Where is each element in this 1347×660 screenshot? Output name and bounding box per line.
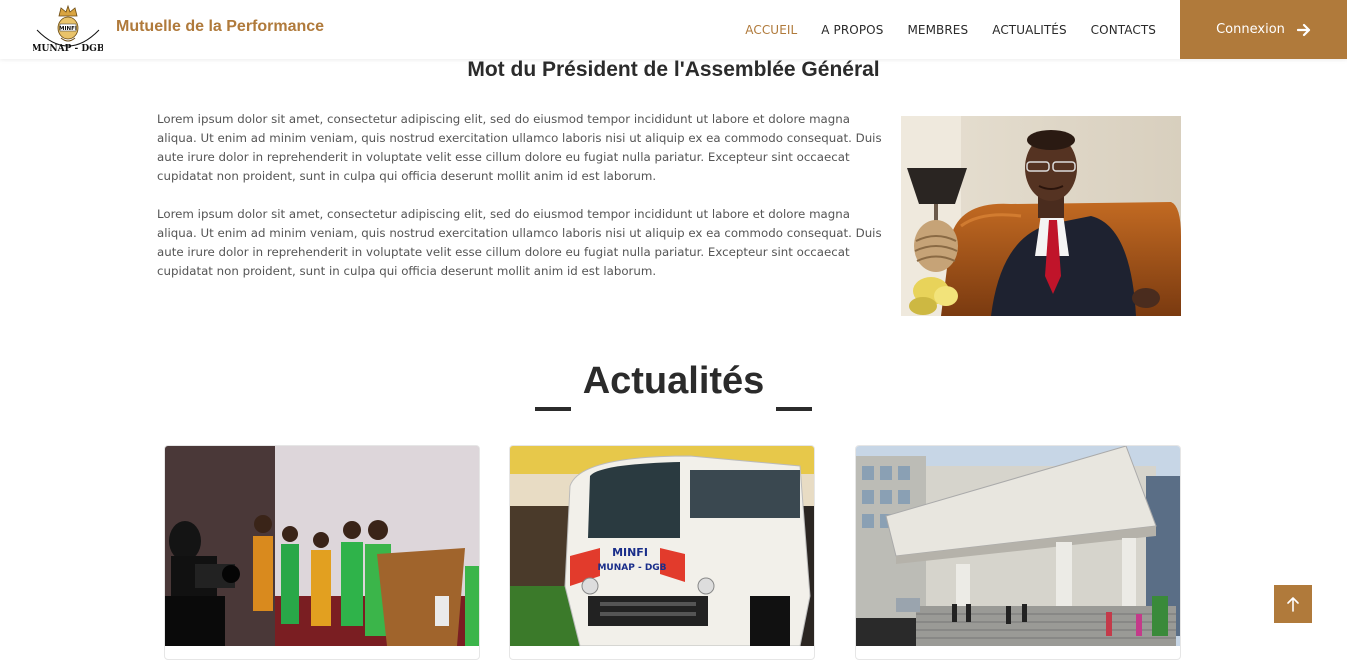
scroll-to-top-button[interactable] [1274, 585, 1312, 623]
news-section-heading: Actualités [0, 360, 1347, 411]
svg-text:MUNAP - DGB: MUNAP - DGB [33, 44, 103, 54]
president-paragraph-1: Lorem ipsum dolor sit amet, consectetur … [157, 112, 882, 183]
president-paragraph-2: Lorem ipsum dolor sit amet, consectetur … [157, 207, 882, 278]
president-portrait-photo [901, 116, 1181, 316]
top-navbar: MINFI MUNAP - DGB Mutuelle de la Perform… [0, 0, 1347, 59]
login-button[interactable]: Connexion [1180, 0, 1347, 59]
minibus-photo: MINFI MUNAP - DGB [510, 446, 814, 646]
president-section-title: Mot du Président de l'Assemblée Général [467, 58, 880, 81]
ceremony-stage-photo [165, 446, 479, 646]
munap-dgb-logo-icon[interactable]: MINFI MUNAP - DGB [32, 4, 105, 54]
heading-dash-right [776, 407, 813, 411]
nav-link-actualites[interactable]: ACTUALITÉS [992, 23, 1066, 37]
main-navigation: ACCUEIL A PROPOS MEMBRES ACTUALITÉS CONT… [745, 0, 1156, 59]
news-heading-label: Actualités [582, 360, 765, 402]
svg-text:MUNAP - DGB: MUNAP - DGB [597, 563, 666, 573]
svg-text:MINFI: MINFI [59, 26, 77, 32]
news-card-3[interactable] [855, 445, 1181, 660]
svg-text:MINFI: MINFI [612, 546, 648, 559]
news-card-2[interactable]: MINFI MUNAP - DGB [509, 445, 815, 660]
nav-link-membres[interactable]: MEMBRES [907, 23, 968, 37]
nav-link-contacts[interactable]: CONTACTS [1091, 23, 1156, 37]
building-entrance-photo [856, 446, 1180, 646]
arrow-up-icon [1287, 597, 1299, 612]
arrow-right-icon [1296, 23, 1310, 36]
heading-dash-left [534, 407, 571, 411]
news-card-1[interactable] [164, 445, 480, 660]
nav-link-a-propos[interactable]: A PROPOS [821, 23, 883, 37]
brand-name[interactable]: Mutuelle de la Performance [116, 18, 324, 36]
nav-link-accueil[interactable]: ACCUEIL [745, 23, 797, 37]
login-button-label: Connexion [1216, 22, 1285, 37]
president-message: Lorem ipsum dolor sit amet, consectetur … [157, 110, 890, 300]
